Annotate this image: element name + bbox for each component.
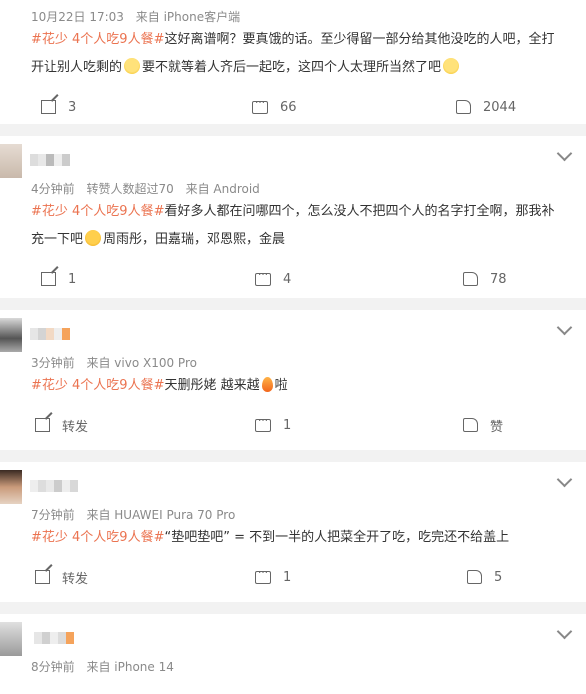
comment-content: #花少 4个人吃9人餐#天删彤姥 越来越啦	[0, 372, 586, 400]
action-bar: 1 4 78	[0, 254, 586, 304]
comment-content: #花少 4个人吃9人餐#看好多人都在问哪四个，怎么没人不把四个人的名字打全啊，那…	[0, 198, 586, 254]
device-source: 来自 vivo X100 Pro	[86, 356, 197, 370]
fire-icon	[261, 377, 273, 392]
comment-text: 啦	[274, 378, 288, 393]
like-count: 78	[490, 271, 507, 287]
comment-text: 要不就等着人齐后一起吃，这四个人太理所当然了吧	[142, 60, 442, 75]
thumbs-up-icon	[463, 272, 478, 286]
comment-card: 8分钟前 来自 iPhone 14	[0, 614, 586, 694]
thumbs-up-icon	[467, 570, 482, 584]
comment-meta: 4分钟前 转赞人数超过70 来自 Android	[0, 180, 586, 198]
comment-count: 66	[280, 99, 297, 115]
comment-icon	[255, 565, 271, 584]
username-blurred[interactable]	[34, 632, 74, 644]
action-bar: 3 66 2044	[0, 82, 586, 132]
share-icon	[35, 570, 50, 584]
device-source: 来自 iPhone 14	[86, 660, 174, 674]
avatar[interactable]	[0, 144, 22, 178]
comment-count: 1	[283, 569, 292, 585]
user-row	[0, 614, 586, 658]
emoji-kiss-icon	[85, 230, 102, 246]
share-label: 转发	[62, 571, 89, 587]
comment-text: 周雨彤，田嘉瑞，邓恩熙，金晨	[103, 232, 286, 247]
comment-meta: 10月22日 17:03 来自 iPhone客户端	[0, 8, 586, 26]
avatar[interactable]	[0, 622, 22, 656]
comment-meta: 7分钟前 来自 HUAWEI Pura 70 Pro	[0, 506, 586, 524]
username-blurred[interactable]	[30, 328, 70, 340]
action-bar: 转发 1 5	[0, 552, 586, 602]
comment-content: #花少 4个人吃9人餐#“垫吧垫吧” = 不到一半的人把菜全开了吃，吃完还不给盖…	[0, 524, 586, 552]
comment-count: 1	[283, 417, 292, 433]
timestamp: 4分钟前	[31, 182, 75, 196]
thumbs-up-icon	[463, 418, 478, 432]
share-label: 转发	[62, 419, 89, 435]
share-button[interactable]: 3	[41, 98, 76, 116]
share-icon	[41, 100, 56, 114]
comment-text: “垫吧垫吧” = 不到一半的人把菜全开了吃，吃完还不给盖上	[164, 530, 510, 545]
like-label: 赞	[490, 419, 504, 435]
comment-meta: 8分钟前 来自 iPhone 14	[0, 658, 586, 676]
topic-hashtag[interactable]: #花少 4个人吃9人餐#	[31, 204, 164, 219]
comment-card: 4分钟前 转赞人数超过70 来自 Android #花少 4个人吃9人餐#看好多…	[0, 136, 586, 298]
timestamp: 8分钟前	[31, 660, 75, 674]
comment-button[interactable]: 1	[255, 413, 292, 434]
emoji-face-icon	[443, 58, 460, 74]
timestamp: 3分钟前	[31, 356, 75, 370]
user-row	[0, 136, 586, 180]
topic-hashtag[interactable]: #花少 4个人吃9人餐#	[31, 378, 164, 393]
like-count: 5	[494, 569, 503, 585]
share-button[interactable]: 转发	[35, 416, 89, 435]
avatar[interactable]	[0, 318, 22, 352]
device-source: 来自 iPhone客户端	[135, 10, 241, 24]
comment-meta: 3分钟前 来自 vivo X100 Pro	[0, 354, 586, 372]
share-icon	[35, 418, 50, 432]
username-blurred[interactable]	[30, 480, 78, 492]
user-row	[0, 462, 586, 506]
comment-card: 10月22日 17:03 来自 iPhone客户端 #花少 4个人吃9人餐#这好…	[0, 0, 586, 124]
comment-button[interactable]: 1	[255, 565, 292, 586]
timestamp: 10月22日 17:03	[31, 10, 124, 24]
comment-icon	[252, 95, 268, 114]
timestamp: 7分钟前	[31, 508, 75, 522]
like-button[interactable]: 赞	[463, 416, 504, 435]
topic-hashtag[interactable]: #花少 4个人吃9人餐#	[31, 530, 164, 545]
avatar[interactable]	[0, 470, 22, 504]
like-count: 2044	[483, 99, 517, 115]
device-source: 来自 Android	[185, 182, 260, 196]
topic-hashtag[interactable]: #花少 4个人吃9人餐#	[31, 32, 164, 47]
comment-text: 天删彤姥 越来越	[164, 378, 260, 393]
user-row	[0, 310, 586, 354]
like-button[interactable]: 5	[467, 568, 502, 586]
emoji-face-icon	[124, 58, 141, 74]
username-blurred[interactable]	[30, 154, 70, 166]
device-source: 来自 HUAWEI Pura 70 Pro	[86, 508, 236, 522]
share-count: 3	[68, 99, 77, 115]
comment-button[interactable]: 4	[255, 267, 292, 288]
share-icon	[41, 272, 56, 286]
comment-count: 4	[283, 271, 292, 287]
thumbs-up-icon	[456, 100, 471, 114]
action-bar: 转发 1 赞	[0, 400, 586, 450]
like-button[interactable]: 78	[463, 270, 507, 288]
comment-icon	[255, 267, 271, 286]
comment-icon	[255, 413, 271, 432]
comment-button[interactable]: 66	[252, 95, 297, 116]
comment-card: 7分钟前 来自 HUAWEI Pura 70 Pro #花少 4个人吃9人餐#“…	[0, 462, 586, 602]
like-button[interactable]: 2044	[456, 98, 516, 116]
comment-card: 3分钟前 来自 vivo X100 Pro #花少 4个人吃9人餐#天删彤姥 越…	[0, 310, 586, 450]
share-count: 1	[68, 271, 77, 287]
repost-info: 转赞人数超过70	[86, 182, 174, 196]
share-button[interactable]: 转发	[35, 568, 89, 587]
comment-content: #花少 4个人吃9人餐#这好离谱啊？要真饿的话。至少得留一部分给其他没吃的人吧，…	[0, 26, 586, 82]
share-button[interactable]: 1	[41, 270, 76, 288]
